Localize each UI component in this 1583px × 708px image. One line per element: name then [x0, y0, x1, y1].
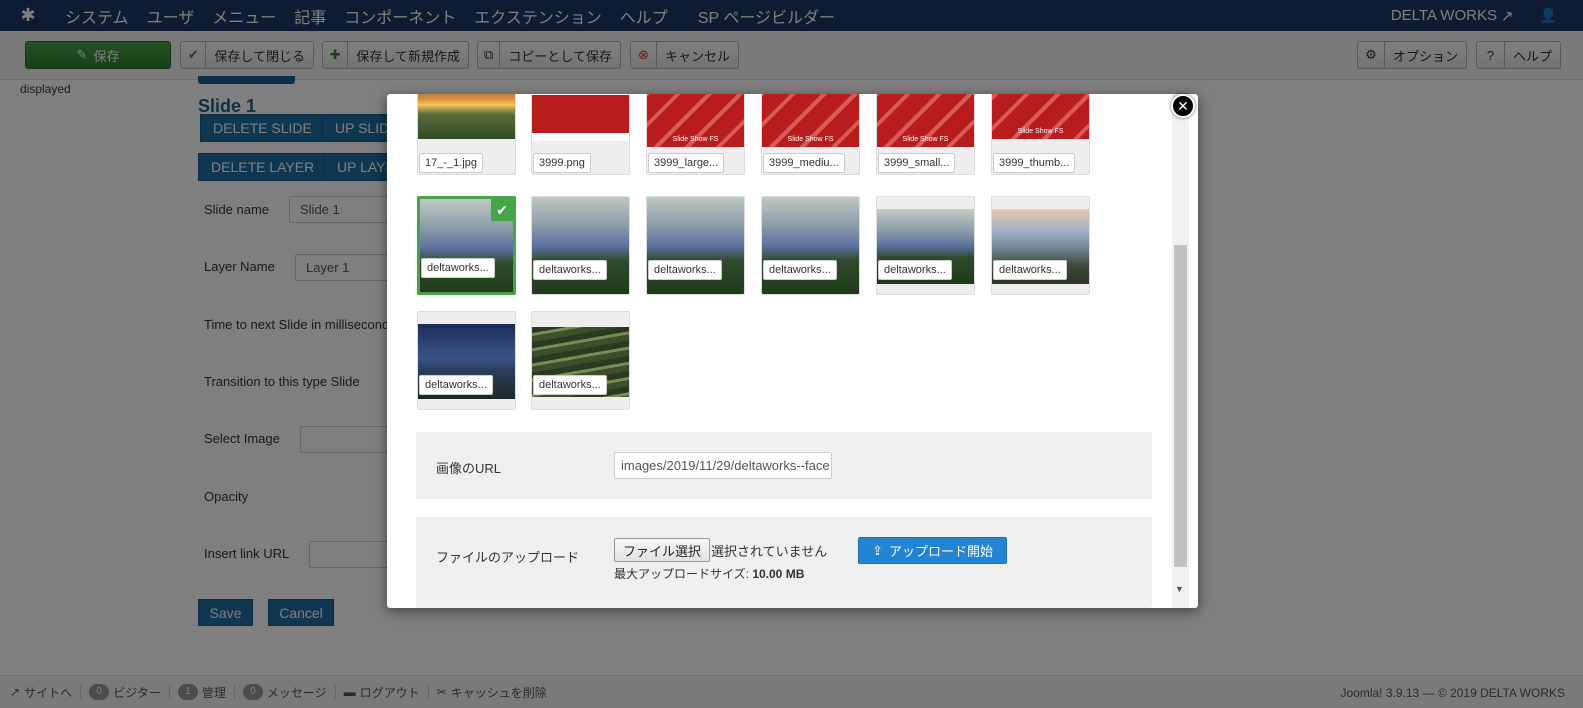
thumbnail-caption: deltaworks...	[648, 260, 722, 280]
thumbnail-image	[532, 94, 629, 141]
image-thumbnail[interactable]: deltaworks...	[876, 196, 975, 295]
thumbnail-caption: deltaworks...	[878, 260, 952, 280]
image-thumbnail[interactable]: deltaworks...	[991, 196, 1090, 295]
max-upload-size: 最大アップロードサイズ: 10.00 MB	[614, 565, 804, 582]
thumbnail-image	[418, 94, 515, 139]
thumbnail-image: Slide Show FS	[647, 94, 744, 147]
upload-start-label: アップロード開始	[888, 544, 993, 559]
media-modal: 17_-_1.jpg 3999.png Slide Show FS 3999_larg…	[387, 94, 1198, 608]
image-thumbnail[interactable]: 17_-_1.jpg	[417, 94, 516, 175]
thumbnail-image	[762, 197, 859, 294]
slideshow-logo-text: Slide Show FS	[787, 136, 834, 143]
max-size-label: 最大アップロードサイズ:	[614, 567, 749, 581]
image-thumbnail[interactable]: deltaworks...	[531, 311, 630, 410]
thumbnail-caption: deltaworks...	[419, 375, 493, 395]
thumbnail-image	[532, 197, 629, 294]
thumbnail-image: Slide Show FS	[992, 94, 1089, 139]
image-thumbnail[interactable]: Slide Show FS 3999_mediu...	[761, 94, 860, 175]
slideshow-logo-text: Slide Show FS	[672, 136, 719, 143]
thumbnail-caption: 3999_small...	[878, 153, 956, 173]
no-file-text: 選択されていません	[711, 544, 828, 559]
thumbnail-image	[647, 197, 744, 294]
image-thumbnail[interactable]: deltaworks...	[417, 311, 516, 410]
thumbnail-caption: 17_-_1.jpg	[419, 153, 483, 173]
upload-panel: ファイルのアップロード ファイル選択 選択されていません ⇪ アップロード開始 …	[416, 517, 1152, 608]
thumbnail-caption: deltaworks...	[421, 258, 495, 278]
image-thumbnail[interactable]: deltaworks...	[531, 196, 630, 295]
upload-label: ファイルのアップロード	[436, 550, 580, 565]
thumbnail-caption: deltaworks...	[763, 260, 837, 280]
upload-start-button[interactable]: ⇪ アップロード開始	[858, 537, 1007, 564]
image-thumbnail[interactable]: deltaworks...	[646, 196, 745, 295]
url-input[interactable]: images/2019/11/29/deltaworks--face	[614, 452, 832, 479]
thumbnail-caption: deltaworks...	[533, 375, 607, 395]
modal-close-icon[interactable]: ✕	[1171, 94, 1195, 118]
image-thumbnail[interactable]: deltaworks...	[761, 196, 860, 295]
image-thumbnail[interactable]: Slide Show FS 3999_large...	[646, 94, 745, 175]
scroll-down-arrow-icon[interactable]: ▼	[1175, 584, 1184, 594]
thumbnail-caption: 3999_mediu...	[763, 153, 845, 173]
url-panel: 画像のURL images/2019/11/29/deltaworks--fac…	[416, 432, 1152, 499]
choose-file-button[interactable]: ファイル選択	[614, 538, 711, 562]
image-thumbnail[interactable]: Slide Show FS 3999_thumb...	[991, 94, 1090, 175]
upload-icon: ⇪	[872, 542, 883, 558]
thumbnail-caption: deltaworks...	[533, 260, 607, 280]
slideshow-logo-text: Slide Show FS	[902, 136, 949, 143]
thumbnail-image: Slide Show FS	[762, 94, 859, 147]
thumbnail-caption: 3999_large...	[648, 153, 725, 173]
url-label: 画像のURL	[436, 461, 502, 476]
thumbnail-caption: deltaworks...	[993, 260, 1067, 280]
thumbnail-image: Slide Show FS	[877, 94, 974, 147]
thumbnail-caption: 3999_thumb...	[993, 153, 1076, 173]
image-thumbnail[interactable]: Slide Show FS 3999_small...	[876, 94, 975, 175]
image-thumbnail[interactable]: 3999.png	[531, 94, 630, 175]
selected-check-icon: ✔	[491, 199, 513, 221]
image-thumbnail[interactable]: deltaworks... ✔	[417, 196, 516, 295]
scrollbar-thumb[interactable]	[1174, 245, 1187, 567]
slideshow-logo-text: Slide Show FS	[1017, 128, 1064, 135]
max-size-value: 10.00 MB	[752, 567, 805, 581]
thumbnail-caption: 3999.png	[533, 153, 591, 173]
